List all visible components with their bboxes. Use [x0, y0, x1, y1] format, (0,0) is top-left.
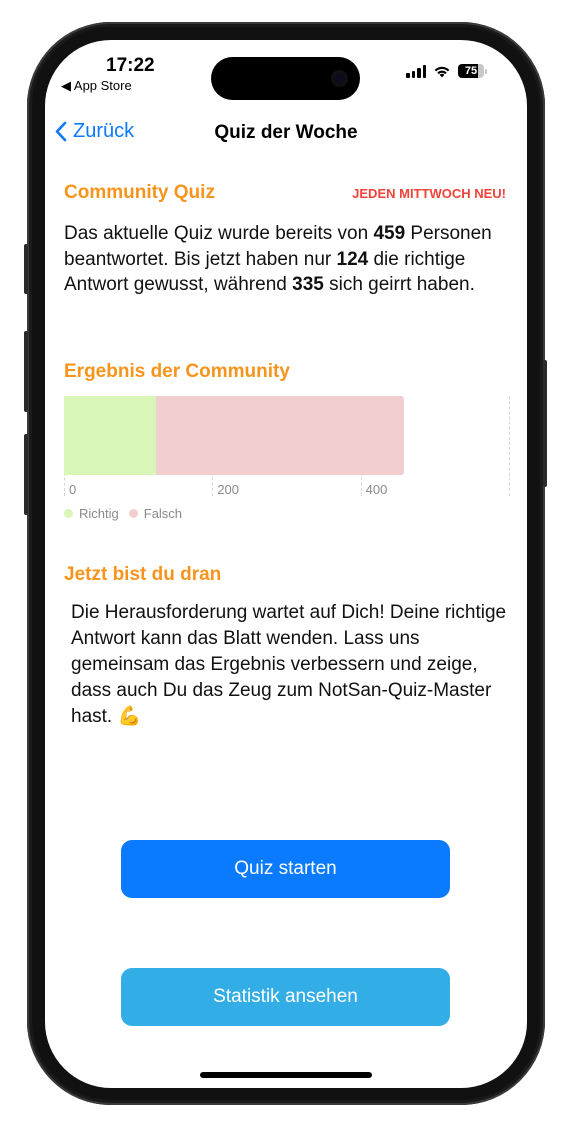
bar-richtig	[64, 396, 156, 475]
community-description: Das aktuelle Quiz wurde bereits von 459 …	[64, 221, 514, 298]
legend-item-richtig: Richtig	[64, 506, 119, 521]
home-indicator[interactable]	[200, 1072, 372, 1078]
chart-legend: Richtig Falsch	[64, 506, 192, 521]
cellular-signal-icon	[406, 64, 426, 78]
volume-down-button	[24, 434, 28, 515]
volume-up-button	[24, 331, 28, 412]
bar-falsch	[155, 396, 405, 475]
camera-icon	[331, 70, 348, 87]
legend-label: Falsch	[143, 506, 183, 521]
view-statistics-button[interactable]: Statistik ansehen	[121, 968, 450, 1026]
battery-icon: 75	[458, 64, 484, 78]
status-icons: 75	[406, 64, 487, 78]
your-turn-text: Die Herausforderung wartet auf Dich! Dei…	[71, 602, 507, 727]
text-part: Das aktuelle Quiz wurde bereits von	[64, 223, 374, 244]
x-tick-label: 200	[217, 482, 240, 497]
weekly-tag: JEDEN MITTWOCH NEU!	[352, 186, 506, 201]
power-button	[543, 360, 547, 487]
wifi-icon	[434, 66, 450, 77]
page-title: Quiz der Woche	[214, 122, 358, 143]
x-tick-label: 0	[69, 482, 77, 497]
text-part: sich geirrt haben.	[323, 274, 475, 295]
legend-label: Richtig	[79, 506, 119, 521]
battery-tip	[485, 68, 487, 74]
community-quiz-heading: Community Quiz	[64, 182, 215, 203]
legend-dot	[128, 509, 138, 518]
back-to-app-store[interactable]: ◀ App Store	[61, 78, 132, 94]
navigation-bar: Zurück Quiz der Woche	[45, 120, 527, 150]
total-count: 459	[373, 223, 406, 244]
wrong-count: 335	[292, 274, 324, 295]
legend-item-falsch: Falsch	[128, 506, 183, 521]
your-turn-heading: Jetzt bist du dran	[64, 564, 222, 585]
status-time: 17:22	[106, 55, 155, 76]
screen: 17:22 ◀ App Store 75 Zurück Quiz der Woc…	[45, 40, 527, 1088]
action-button	[24, 244, 28, 294]
dynamic-island	[211, 57, 360, 100]
start-quiz-button[interactable]: Quiz starten	[121, 840, 450, 898]
correct-count: 124	[336, 248, 369, 270]
x-tick-label: 400	[365, 482, 388, 497]
gridline	[509, 396, 510, 496]
result-heading: Ergebnis der Community	[64, 361, 290, 382]
legend-dot	[64, 509, 73, 518]
battery-level: 75	[464, 65, 478, 77]
